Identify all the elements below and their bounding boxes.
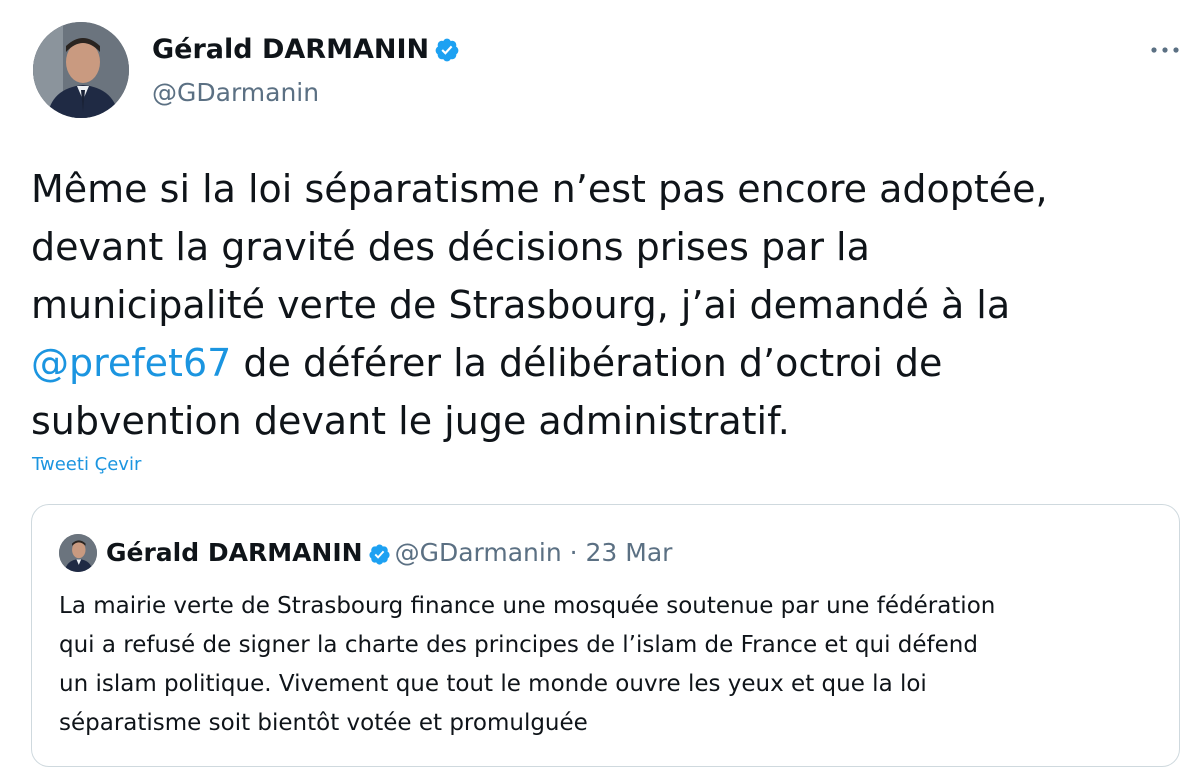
tweet-text: Même si la loi séparatisme n’est pas enc… [31, 160, 1181, 450]
quoted-tweet-text: La mairie verte de Strasbourg finance un… [59, 587, 1169, 743]
quoted-text-line: séparatisme soit bientôt votée et promul… [59, 710, 588, 736]
more-horizontal-icon [1151, 47, 1179, 53]
quoted-text-line: La mairie verte de Strasbourg finance un… [59, 593, 996, 619]
translate-tweet-link[interactable]: Tweeti Çevir [32, 454, 141, 476]
quoted-tweet[interactable]: Gérald DARMANIN @GDarmanin · 23 Mar La ma… [31, 504, 1180, 767]
author-name-text[interactable]: Gérald DARMANIN [152, 34, 429, 65]
author-name[interactable]: Gérald DARMANIN [152, 34, 460, 71]
mention-link[interactable]: @prefet67 [31, 341, 231, 385]
tweet-card: Gérald DARMANIN @GDarmanin Même si la lo… [0, 0, 1200, 784]
author-avatar[interactable] [33, 22, 129, 118]
tweet-text-segment: de déférer la délibération d’octroi de [231, 341, 943, 385]
tweet-text-line: Même si la loi séparatisme n’est pas enc… [31, 167, 1048, 211]
verified-badge-icon [434, 37, 460, 71]
quoted-text-line: un islam politique. Vivement que tout le… [59, 671, 927, 697]
tweet-text-line: subvention devant le juge administratif. [31, 399, 790, 443]
tweet-text-line: municipalité verte de Strasbourg, j’ai d… [31, 283, 1011, 327]
author-handle[interactable]: @GDarmanin [152, 78, 319, 108]
quoted-tweet-header: Gérald DARMANIN @GDarmanin · 23 Mar [106, 537, 672, 574]
quoted-text-line: qui a refusé de signer la charte des pri… [59, 632, 978, 658]
more-options-button[interactable] [1145, 35, 1185, 65]
quoted-author-name[interactable]: Gérald DARMANIN [106, 538, 363, 567]
verified-badge-icon [368, 542, 391, 574]
tweet-text-line: @prefet67 de déférer la délibération d’o… [31, 334, 1181, 392]
quoted-author-avatar[interactable] [59, 534, 97, 572]
quoted-author-meta: @GDarmanin · 23 Mar [394, 538, 673, 567]
tweet-text-line: devant la gravité des décisions prises p… [31, 225, 870, 269]
